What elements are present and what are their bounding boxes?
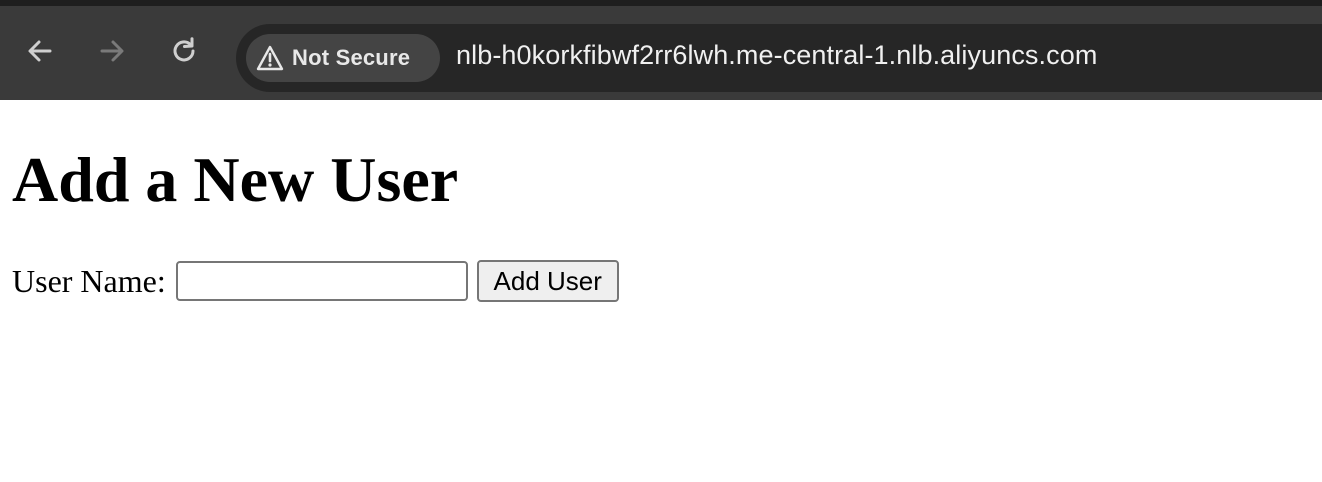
arrow-left-icon xyxy=(28,40,52,62)
browser-toolbar: Not Secure nlb-h0korkfibwf2rr6lwh.me-cen… xyxy=(0,0,1322,100)
arrow-right-icon xyxy=(100,40,124,62)
back-button[interactable] xyxy=(20,31,60,71)
reload-button[interactable] xyxy=(164,31,204,71)
security-indicator[interactable]: Not Secure xyxy=(246,34,440,82)
warning-triangle-icon xyxy=(256,45,284,71)
add-user-button[interactable]: Add User xyxy=(476,260,619,302)
reload-icon xyxy=(173,37,195,62)
add-user-form: User Name: Add User xyxy=(12,260,619,302)
forward-button[interactable] xyxy=(92,31,132,71)
address-bar[interactable]: Not Secure nlb-h0korkfibwf2rr6lwh.me-cen… xyxy=(236,24,1322,92)
user-name-label: User Name: xyxy=(12,263,166,299)
page-title: Add a New User xyxy=(12,144,459,215)
url-text[interactable]: nlb-h0korkfibwf2rr6lwh.me-central-1.nlb.… xyxy=(456,40,1097,71)
security-label: Not Secure xyxy=(292,45,411,70)
user-name-input[interactable] xyxy=(175,261,468,301)
